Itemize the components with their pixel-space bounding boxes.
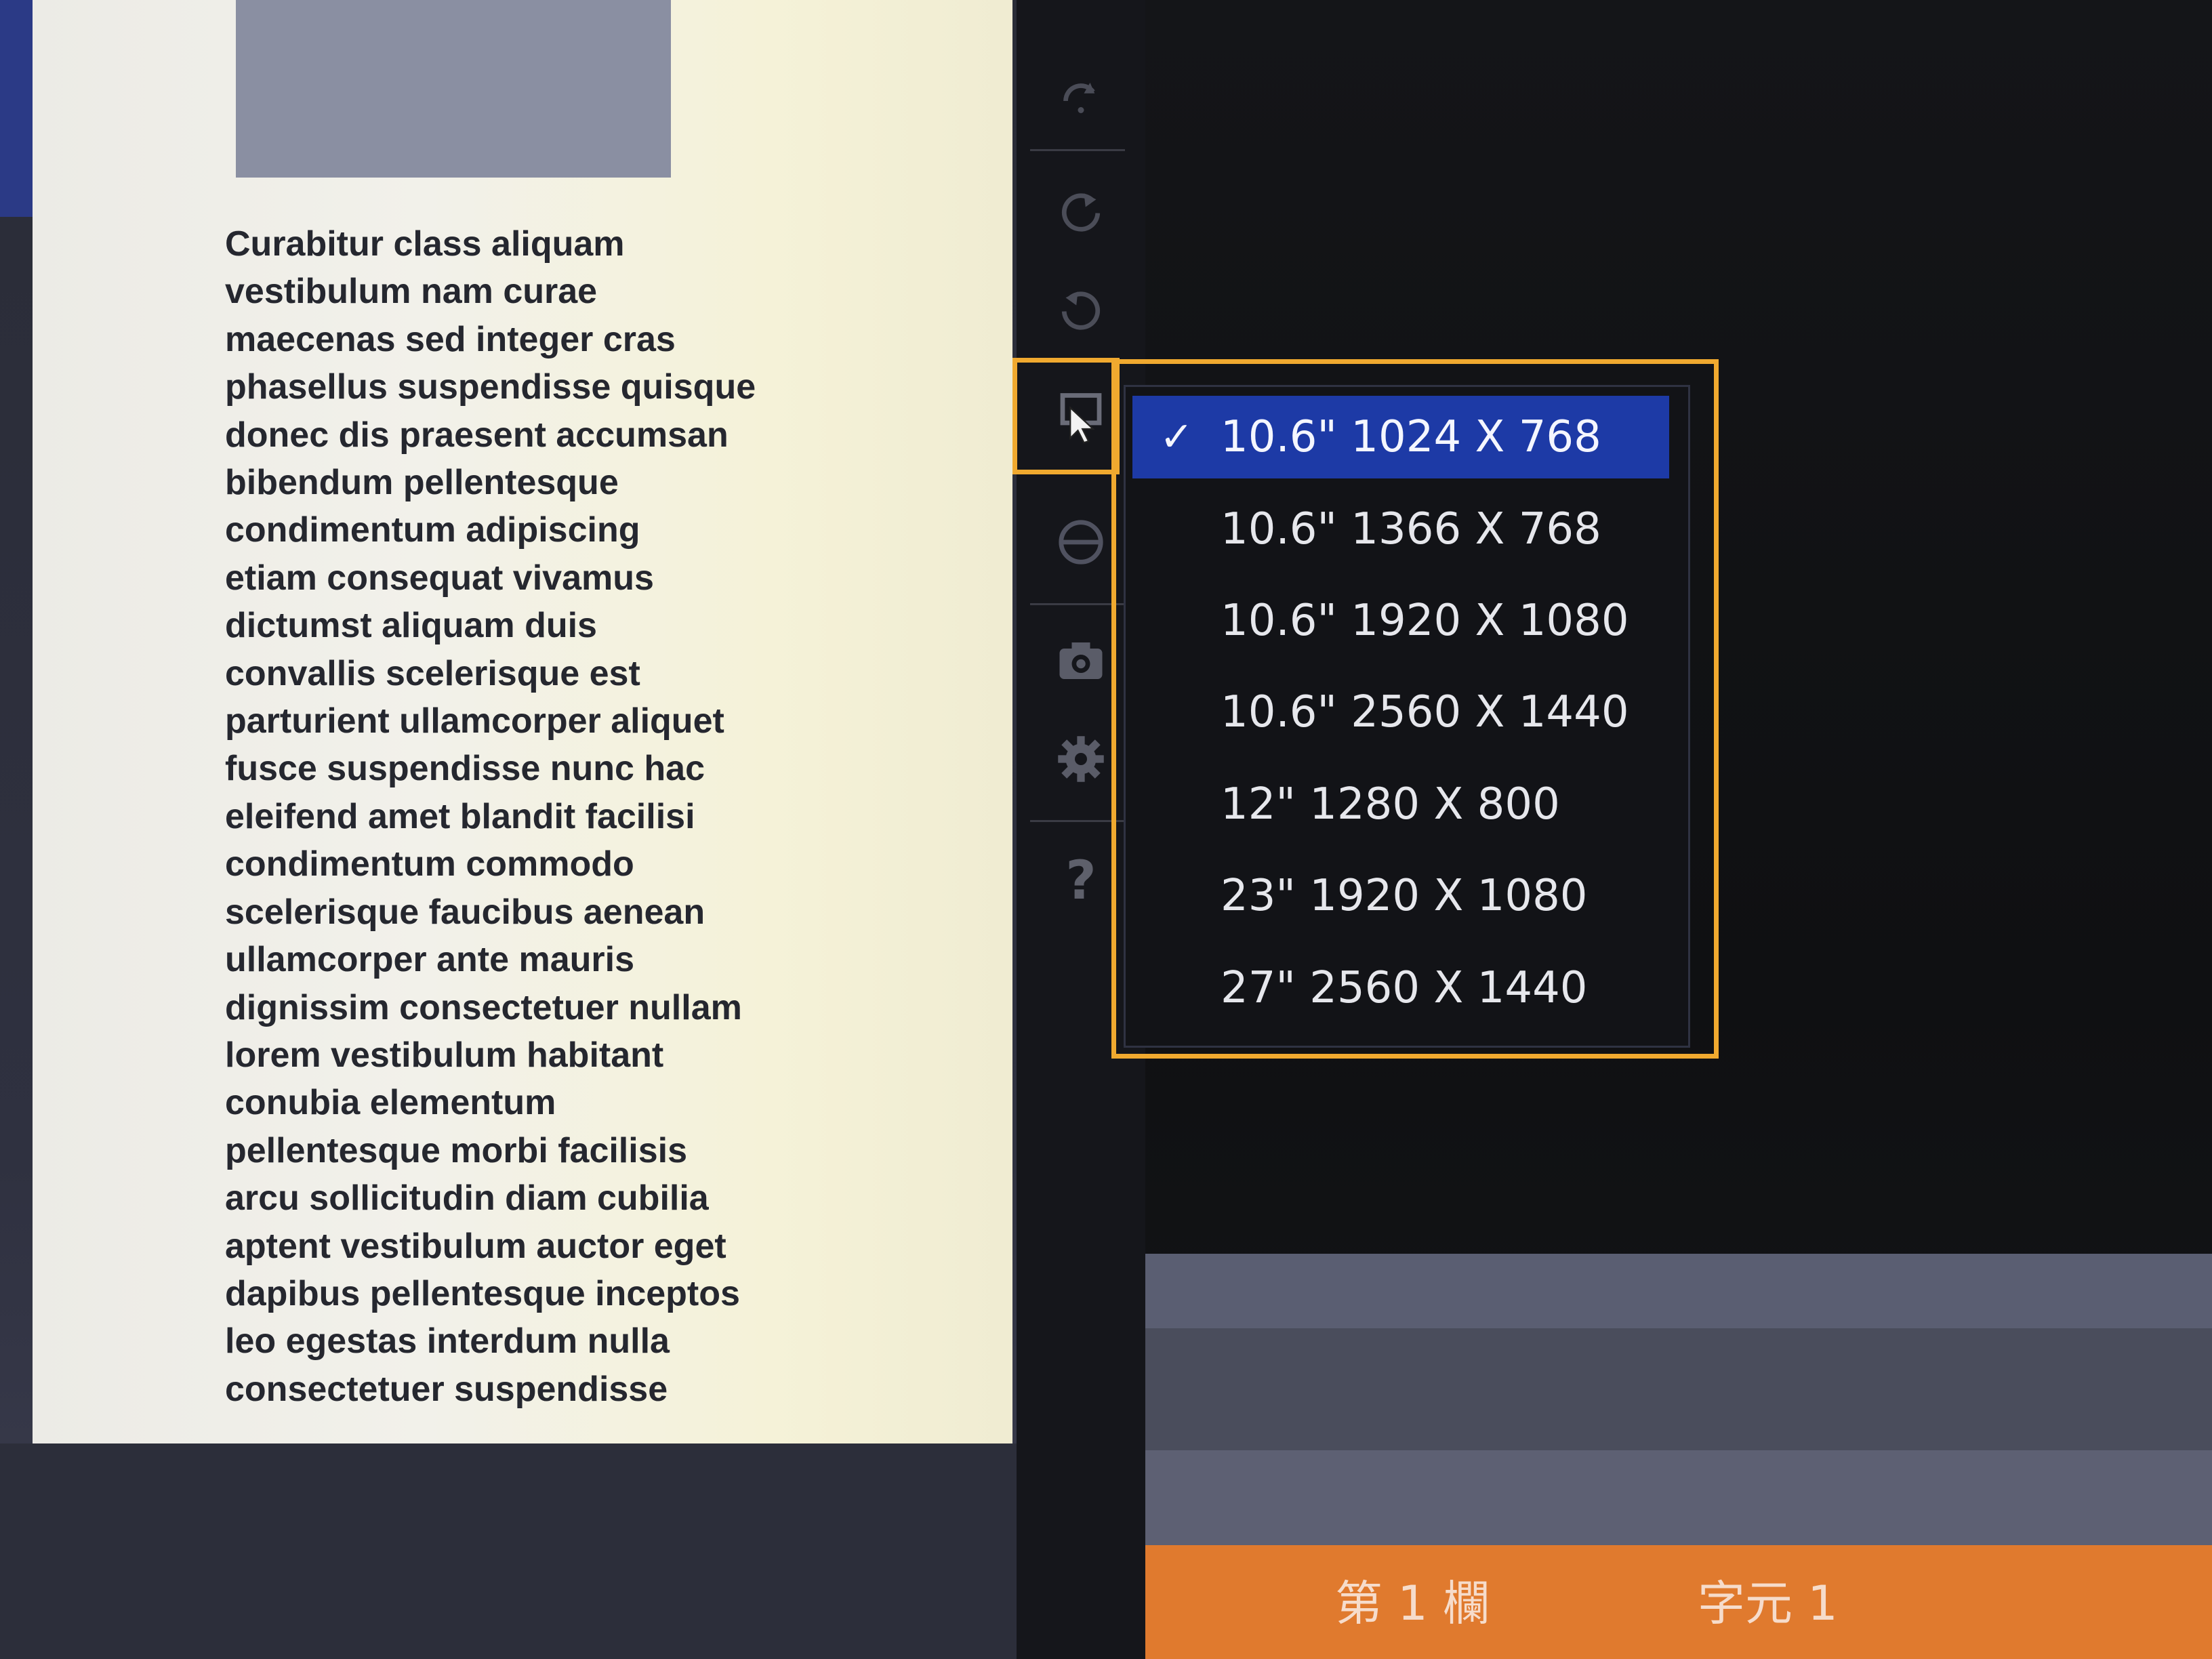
menu-item-label: 10.6" 1366 X 768 xyxy=(1221,504,1601,554)
panel-band xyxy=(1145,1328,2212,1450)
menu-item-label: 10.6" 1920 X 1080 xyxy=(1221,596,1629,646)
status-column: 第 1 欄 xyxy=(1335,1576,1491,1631)
rotate-left-icon[interactable] xyxy=(1017,271,1145,346)
document-page: Curabitur class aliquam vestibulum nam c… xyxy=(33,0,1012,1443)
checkmark-icon: ✓ xyxy=(1159,413,1194,461)
menu-item-device-3[interactable]: 10.6" 2560 X 1440 xyxy=(1132,671,1669,754)
app-window: Curabitur class aliquam vestibulum nam c… xyxy=(0,0,2212,1659)
toolbar-highlight xyxy=(1012,358,1120,474)
panel-band xyxy=(1145,1450,2212,1545)
menu-item-label: 10.6" 1024 X 768 xyxy=(1221,412,1601,462)
preview-footer xyxy=(0,1443,1145,1659)
menu-item-label: 12" 1280 X 800 xyxy=(1221,779,1560,830)
rotate-right-icon[interactable] xyxy=(1017,173,1145,247)
menu-item-label: 27" 2560 X 1440 xyxy=(1221,963,1588,1013)
status-char: 字元 1 xyxy=(1698,1576,1838,1631)
menu-item-label: 10.6" 2560 X 1440 xyxy=(1221,687,1629,737)
body-text: Curabitur class aliquam vestibulum nam c… xyxy=(225,224,756,1409)
menu-item-device-1[interactable]: 10.6" 1366 X 768 xyxy=(1132,488,1669,571)
page-edge xyxy=(0,0,33,217)
status-bar xyxy=(1145,1545,2212,1659)
help-label: ? xyxy=(1065,851,1097,912)
menu-item-device-0[interactable]: ✓ 10.6" 1024 X 768 xyxy=(1132,396,1669,478)
panel-band xyxy=(1145,1254,2212,1328)
menu-item-device-5[interactable]: 23" 1920 X 1080 xyxy=(1132,855,1669,937)
menu-item-device-2[interactable]: 10.6" 1920 X 1080 xyxy=(1132,579,1669,662)
menu-item-device-6[interactable]: 27" 2560 X 1440 xyxy=(1132,947,1669,1029)
menu-item-device-4[interactable]: 12" 1280 X 800 xyxy=(1132,763,1669,846)
image-placeholder xyxy=(236,0,671,178)
menu-item-label: 23" 1920 X 1080 xyxy=(1221,871,1588,921)
device-size-menu: ✓ 10.6" 1024 X 768 10.6" 1366 X 768 10.6… xyxy=(1124,385,1690,1048)
redo-icon[interactable] xyxy=(1017,58,1145,132)
